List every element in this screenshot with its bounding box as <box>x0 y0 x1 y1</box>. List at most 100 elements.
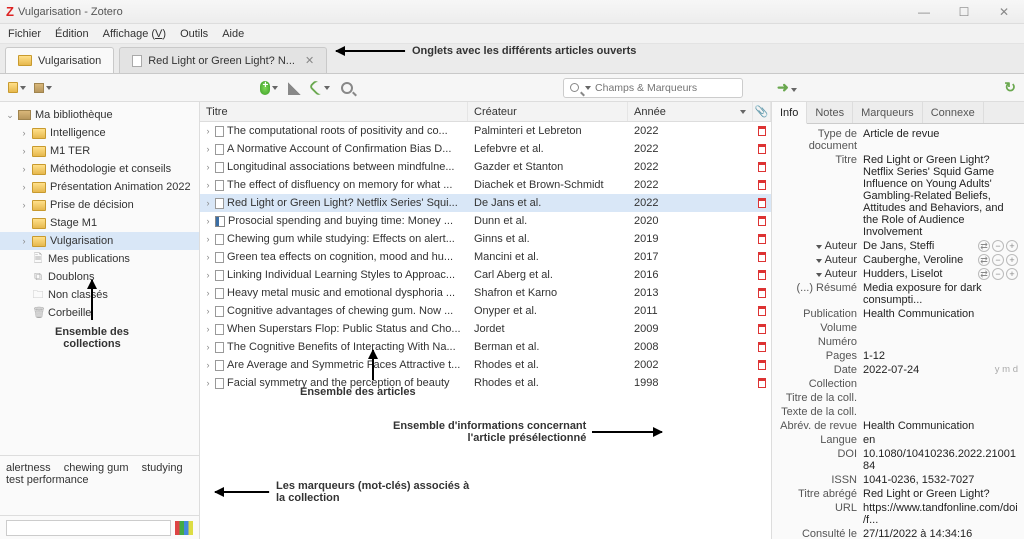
val-pages[interactable]: 1-12 <box>863 350 1018 362</box>
color-swatches-icon[interactable] <box>175 521 193 535</box>
tab-related[interactable]: Connexe <box>923 102 984 123</box>
twisty-icon[interactable]: › <box>204 126 212 136</box>
new-collection-button[interactable] <box>8 79 26 97</box>
maximize-button[interactable]: ☐ <box>944 0 984 24</box>
val-issn[interactable]: 1041-0236, 1532-7027 <box>863 474 1018 486</box>
val-abstract[interactable]: Media exposure for dark consumpti... <box>863 282 1018 306</box>
tag[interactable]: chewing gum <box>64 462 129 474</box>
val-issue[interactable] <box>863 336 1018 348</box>
item-row[interactable]: ›Cognitive advantages of chewing gum. No… <box>200 302 771 320</box>
item-row[interactable]: ›Facial symmetry and the perception of b… <box>200 374 771 392</box>
item-row[interactable]: ›Green tea effects on cognition, mood an… <box>200 248 771 266</box>
menu-file[interactable]: Fichier <box>8 28 41 40</box>
minus-icon[interactable]: − <box>992 254 1004 266</box>
item-row[interactable]: ›Prosocial spending and buying time: Mon… <box>200 212 771 230</box>
tab-tags[interactable]: Marqueurs <box>853 102 923 123</box>
plus-icon[interactable]: + <box>1006 268 1018 280</box>
close-button[interactable]: ✕ <box>984 0 1024 24</box>
twisty-icon[interactable]: › <box>204 162 212 172</box>
chevron-down-icon[interactable] <box>585 86 591 90</box>
tree-unfiled[interactable]: 🗀Non classés <box>0 286 199 304</box>
twisty-icon[interactable]: › <box>204 342 212 352</box>
pdf-icon[interactable] <box>758 270 766 280</box>
close-icon[interactable]: ✕ <box>305 54 314 67</box>
tree-item[interactable]: ›Intelligence <box>0 124 199 142</box>
sync-button[interactable]: ➜ <box>777 79 797 96</box>
twisty-icon[interactable]: › <box>204 144 212 154</box>
twisty-icon[interactable]: › <box>204 270 212 280</box>
item-row[interactable]: ›Red Light or Green Light? Netflix Serie… <box>200 194 771 212</box>
menu-help[interactable]: Aide <box>222 28 244 40</box>
tab-article[interactable]: Red Light or Green Light? N... ✕ <box>119 47 327 73</box>
pdf-icon[interactable] <box>758 360 766 370</box>
twisty-icon[interactable]: › <box>204 306 212 316</box>
add-by-id-button[interactable] <box>286 79 304 97</box>
item-row[interactable]: ›Heavy metal music and emotional dysphor… <box>200 284 771 302</box>
twisty-icon[interactable]: › <box>204 216 212 226</box>
lbl-author[interactable]: Auteur <box>778 268 863 280</box>
new-library-button[interactable] <box>34 79 52 97</box>
item-row[interactable]: ›The effect of disfluency on memory for … <box>200 176 771 194</box>
tree-mypubs[interactable]: 🗎Mes publications <box>0 250 199 268</box>
col-year[interactable]: Année <box>628 102 753 121</box>
twisty-icon[interactable]: › <box>204 252 212 262</box>
tree-item[interactable]: ›M1 TER <box>0 142 199 160</box>
pdf-icon[interactable] <box>758 378 766 388</box>
item-row[interactable]: ›Linking Individual Learning Styles to A… <box>200 266 771 284</box>
val-doi[interactable]: 10.1080/10410236.2022.2100184 <box>863 448 1018 472</box>
pdf-icon[interactable] <box>758 324 766 334</box>
pdf-icon[interactable] <box>758 252 766 262</box>
lbl-author[interactable]: Auteur <box>778 240 863 252</box>
tag[interactable]: studying <box>142 462 183 474</box>
twisty-icon[interactable]: › <box>204 288 212 298</box>
pdf-icon[interactable] <box>758 288 766 298</box>
search-box[interactable] <box>563 78 743 98</box>
tree-item[interactable]: ›Méthodologie et conseils <box>0 160 199 178</box>
pdf-icon[interactable] <box>758 216 766 226</box>
minimize-button[interactable]: — <box>904 0 944 24</box>
lbl-author[interactable]: Auteur <box>778 254 863 266</box>
pdf-icon[interactable] <box>758 234 766 244</box>
tag[interactable]: alertness <box>6 462 51 474</box>
pdf-icon[interactable] <box>758 306 766 316</box>
plus-icon[interactable]: + <box>1006 254 1018 266</box>
twisty-icon[interactable]: › <box>204 360 212 370</box>
val-url[interactable]: https://www.tandfonline.com/doi/f... <box>863 502 1018 526</box>
plus-icon[interactable]: + <box>1006 240 1018 252</box>
val-author[interactable]: Cauberghe, Veroline <box>863 254 974 266</box>
val-volume[interactable] <box>863 322 1018 334</box>
val-type[interactable]: Article de revue <box>863 128 1018 152</box>
val-journal-abbr[interactable]: Health Communication <box>863 420 1018 432</box>
menu-edit[interactable]: Édition <box>55 28 89 40</box>
val-title[interactable]: Red Light or Green Light? Netflix Series… <box>863 154 1018 238</box>
item-row[interactable]: ›When Superstars Flop: Public Status and… <box>200 320 771 338</box>
twisty-icon[interactable]: › <box>204 180 212 190</box>
val-publication[interactable]: Health Communication <box>863 308 1018 320</box>
tab-collection[interactable]: Vulgarisation <box>5 47 114 73</box>
tree-trash[interactable]: 🗑Corbeille <box>0 304 199 322</box>
val-language[interactable]: en <box>863 434 1018 446</box>
lookup-button[interactable] <box>338 79 356 97</box>
twisty-icon[interactable]: › <box>204 198 212 208</box>
item-row[interactable]: ›Chewing gum while studying: Effects on … <box>200 230 771 248</box>
tab-info[interactable]: Info <box>772 102 807 124</box>
tree-root[interactable]: ⌄Ma bibliothèque <box>0 106 199 124</box>
twisty-icon[interactable]: › <box>204 324 212 334</box>
col-creator[interactable]: Créateur <box>468 102 628 121</box>
new-item-button[interactable] <box>260 79 278 97</box>
item-row[interactable]: ›A Normative Account of Confirmation Bia… <box>200 140 771 158</box>
swap-icon[interactable]: ⇄ <box>978 254 990 266</box>
tag[interactable]: test performance <box>6 474 89 486</box>
val-short-title[interactable]: Red Light or Green Light? <box>863 488 1018 500</box>
tree-item[interactable]: Stage M1 <box>0 214 199 232</box>
swap-icon[interactable]: ⇄ <box>978 268 990 280</box>
pdf-icon[interactable] <box>758 126 766 136</box>
sync-status-icon[interactable]: ↻ <box>1004 79 1016 96</box>
col-title[interactable]: Titre <box>200 102 468 121</box>
attach-button[interactable] <box>312 79 330 97</box>
tree-item[interactable]: ›Vulgarisation <box>0 232 199 250</box>
item-row[interactable]: ›Longitudinal associations between mindf… <box>200 158 771 176</box>
val-accessed[interactable]: 27/11/2022 à 14:34:16 <box>863 528 1018 539</box>
tab-notes[interactable]: Notes <box>807 102 853 123</box>
menu-view[interactable]: Affichage (V) <box>103 28 166 40</box>
